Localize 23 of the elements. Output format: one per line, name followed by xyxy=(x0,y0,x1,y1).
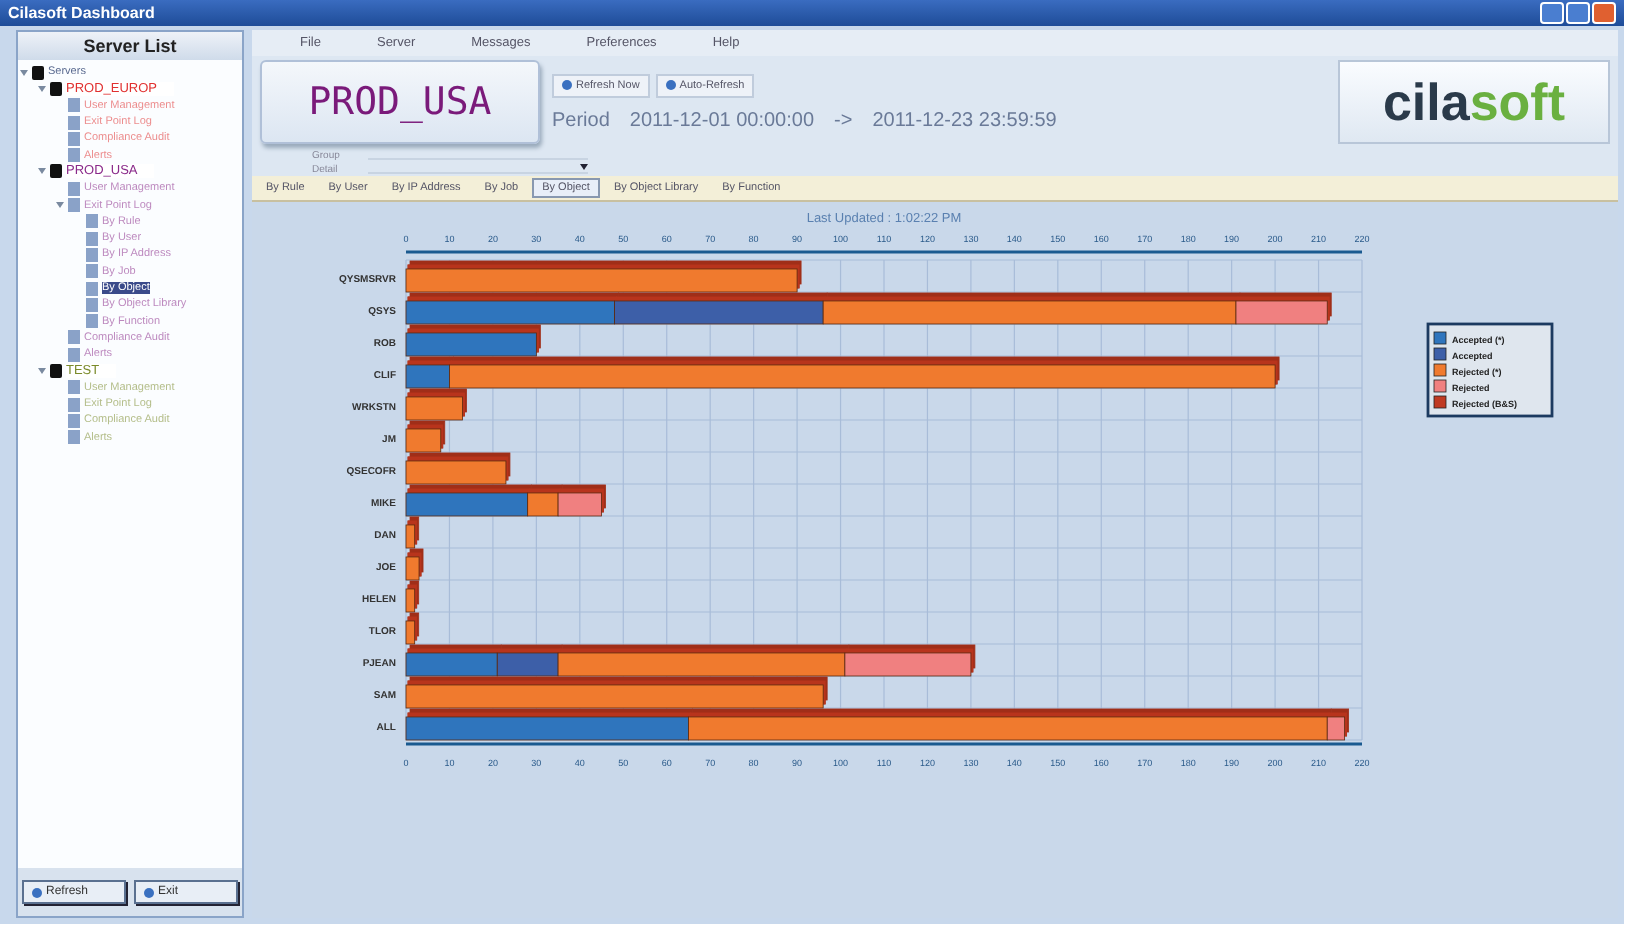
sidebar-title: Server List xyxy=(18,32,242,60)
bar xyxy=(405,556,420,581)
bar xyxy=(405,524,416,549)
bar xyxy=(405,428,442,453)
minimize-button[interactable] xyxy=(1540,2,1564,24)
server-name: PROD_USA xyxy=(260,60,540,144)
period-arrow: -> xyxy=(834,109,853,131)
bar xyxy=(405,396,463,421)
bar xyxy=(405,460,507,485)
bar xyxy=(557,492,602,517)
period-start: 2011-12-01 00:00:00 xyxy=(629,109,815,131)
logo: cilasoft xyxy=(1338,60,1610,144)
period-end: 2011-12-23 23:59:59 xyxy=(872,109,1057,131)
window-title: Cilasoft Dashboard xyxy=(8,4,155,22)
bar xyxy=(405,588,416,613)
bar xyxy=(405,620,416,645)
bar xyxy=(405,332,537,357)
close-button[interactable] xyxy=(1592,2,1616,24)
server-icon xyxy=(50,363,62,378)
server-icon xyxy=(50,164,62,179)
maximize-button[interactable] xyxy=(1566,2,1590,24)
period-label: Period xyxy=(552,109,610,131)
legend xyxy=(1426,322,1554,418)
